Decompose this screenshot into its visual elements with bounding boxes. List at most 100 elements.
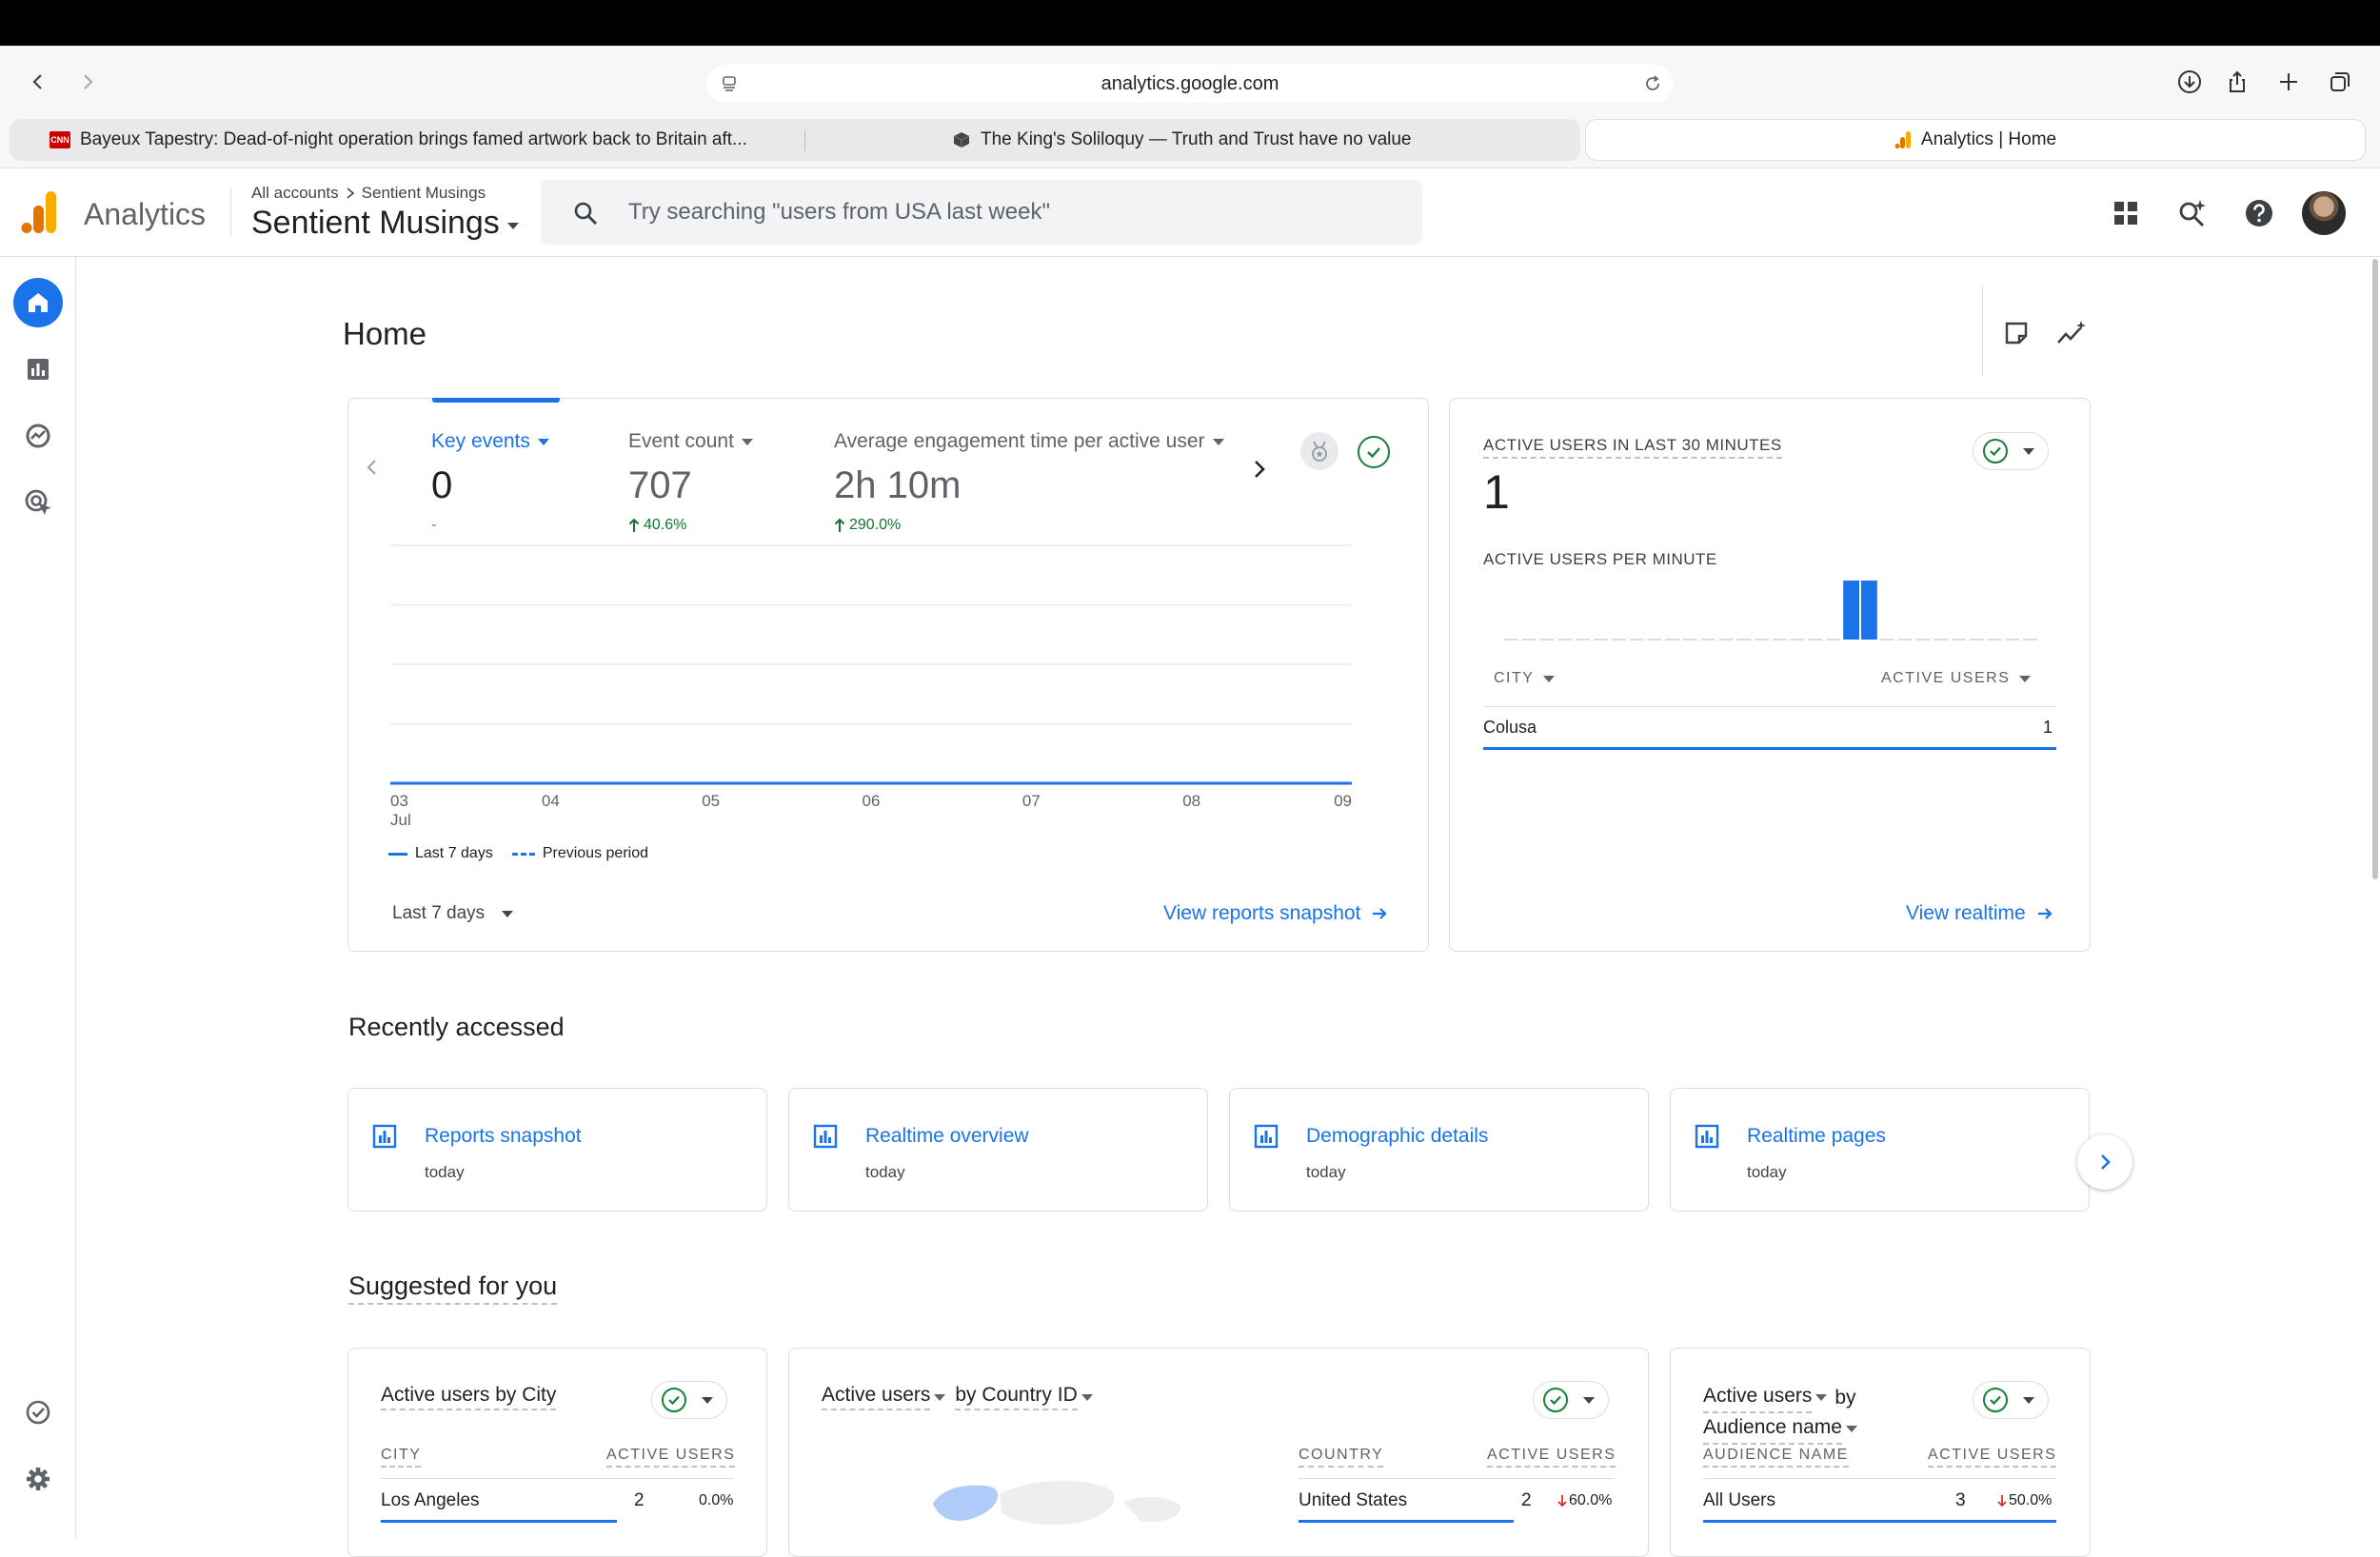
previous-metrics-button[interactable] (360, 455, 385, 480)
page-scrollbar[interactable] (2370, 257, 2380, 881)
address-bar[interactable]: analytics.google.com (706, 65, 1674, 103)
search-input[interactable] (628, 193, 1390, 231)
nav-explore[interactable] (13, 411, 63, 461)
metric-avg-engagement[interactable]: Average engagement time per active user … (834, 430, 1224, 534)
recent-item-realtime-pages[interactable]: Realtime pages today (1670, 1088, 2090, 1212)
arrow-up-icon (834, 518, 845, 532)
row-value: 2 (1521, 1490, 1532, 1510)
data-quality-status[interactable] (1358, 436, 1390, 468)
caret-down-icon (1583, 1396, 1595, 1404)
check-circle-icon (1983, 439, 2008, 463)
date-range-label: Last 7 days (392, 903, 486, 923)
recent-next-button[interactable] (2077, 1134, 2132, 1190)
caret-down-icon[interactable] (1081, 1393, 1093, 1401)
nav-reports[interactable] (13, 345, 63, 394)
browser-toolbar: analytics.google.com (0, 46, 2380, 117)
legend-swatch-previous (511, 852, 535, 856)
suggested-heading[interactable]: Suggested for you (348, 1271, 558, 1305)
nav-home[interactable] (13, 278, 63, 327)
column-header[interactable]: ACTIVE USERS (1487, 1447, 1616, 1468)
inactive-tabs: CNN Bayeux Tapestry: Dead-of-night opera… (10, 119, 1580, 161)
row-bar (1299, 1520, 1514, 1523)
forward-button[interactable] (69, 63, 107, 101)
property-selector[interactable]: Sentient Musings (251, 205, 519, 242)
minute-bar[interactable] (1843, 581, 1859, 640)
column-header[interactable]: CITY (381, 1447, 422, 1468)
view-realtime-link[interactable]: View realtime (1906, 902, 2054, 925)
column-header[interactable]: COUNTRY (1299, 1447, 1384, 1468)
nav-admin-settings[interactable] (13, 1454, 63, 1504)
city-column-header[interactable]: CITY (1494, 670, 1556, 687)
avatar[interactable] (2302, 191, 2346, 235)
recent-item-time: today (865, 1163, 905, 1181)
metric-event-count[interactable]: Event count 707 40.6% (628, 430, 753, 534)
caret-down-icon (502, 910, 514, 917)
caret-down-icon (2019, 675, 2032, 682)
caret-down-icon (741, 438, 753, 445)
cnn-logo: CNN (50, 131, 70, 148)
column-header[interactable]: ACTIVE USERS (1928, 1447, 2057, 1468)
card-status-menu[interactable] (1533, 1381, 1609, 1419)
legend-current: Last 7 days (415, 845, 493, 861)
metric-value: 707 (628, 464, 692, 506)
breadcrumb-child[interactable]: Sentient Musings (362, 184, 486, 203)
download-icon (2178, 70, 2201, 93)
caret-down-icon[interactable] (1815, 1394, 1828, 1401)
notes-button[interactable] (1997, 314, 2035, 352)
breadcrumb[interactable]: All accounts Sentient Musings (251, 184, 486, 203)
recent-item-realtime-overview[interactable]: Realtime overview today (788, 1088, 1208, 1212)
help-button[interactable] (2239, 193, 2279, 233)
insights-button[interactable] (2053, 314, 2091, 352)
nav-advertising[interactable] (13, 478, 63, 527)
insights-badge[interactable] (1300, 432, 1339, 470)
x-tick-label: 03 (390, 792, 408, 810)
nav-admin-checklist[interactable] (13, 1388, 63, 1437)
tab-overview-button[interactable] (2323, 65, 2357, 99)
column-header[interactable]: AUDIENCE NAME (1703, 1447, 1849, 1468)
realtime-status-menu[interactable] (1973, 432, 2049, 470)
left-navigation-rail (0, 257, 76, 1538)
legend-previous: Previous period (542, 845, 648, 861)
back-button[interactable] (19, 63, 57, 101)
header-divider (230, 187, 231, 237)
share-button[interactable] (2220, 65, 2254, 99)
scrollbar-thumb[interactable] (2372, 259, 2378, 879)
metric-label: Key events (431, 430, 549, 453)
breadcrumb-root[interactable]: All accounts (251, 184, 339, 203)
tab-analytics[interactable]: Analytics | Home (1585, 119, 2366, 161)
active-users-column-header[interactable]: ACTIVE USERS (1881, 670, 2032, 687)
card-status-menu[interactable] (1973, 1381, 2049, 1419)
analytics-logo[interactable] (21, 189, 57, 235)
realtime-title[interactable]: ACTIVE USERS IN LAST 30 MINUTES (1483, 436, 1782, 459)
table-divider (1483, 706, 2056, 707)
downloads-button[interactable] (2172, 65, 2207, 99)
recent-item-demographic-details[interactable]: Demographic details today (1229, 1088, 1649, 1212)
search-box[interactable] (541, 180, 1422, 245)
report-icon (1254, 1124, 1279, 1149)
view-reports-snapshot-link[interactable]: View reports snapshot (1163, 902, 1389, 925)
search-insights-button[interactable] (2172, 193, 2212, 233)
reload-icon[interactable] (1643, 74, 1662, 93)
date-range-selector[interactable]: Last 7 days (392, 903, 514, 924)
tab-cnn[interactable]: CNN Bayeux Tapestry: Dead-of-night opera… (50, 119, 792, 161)
new-tab-button[interactable] (2271, 65, 2306, 99)
chevron-left-icon (367, 460, 376, 475)
tab-kings-soliloquy[interactable]: The King's Soliloquy — Truth and Trust h… (952, 119, 1571, 161)
metric-label: Event count (628, 430, 753, 453)
recent-item-reports-snapshot[interactable]: Reports snapshot today (347, 1088, 767, 1212)
metric-key-events[interactable]: Key events 0 - (431, 430, 549, 534)
caret-down-icon[interactable] (934, 1393, 946, 1401)
caret-down-icon[interactable] (1845, 1426, 1857, 1432)
column-header[interactable]: ACTIVE USERS (606, 1447, 736, 1468)
minute-bar[interactable] (1861, 581, 1877, 640)
row-name: Los Angeles (381, 1490, 480, 1510)
apps-button[interactable] (2106, 193, 2146, 233)
app-name: Analytics (84, 197, 207, 231)
next-metrics-button[interactable] (1245, 455, 1274, 483)
recent-item-time: today (425, 1163, 465, 1181)
card-status-menu[interactable] (651, 1381, 727, 1419)
row-name: United States (1299, 1490, 1408, 1510)
check-circle-icon (1543, 1388, 1568, 1412)
suggested-card-title[interactable]: Active users by City (381, 1384, 557, 1410)
row-delta: 60.0% (1557, 1492, 1612, 1509)
